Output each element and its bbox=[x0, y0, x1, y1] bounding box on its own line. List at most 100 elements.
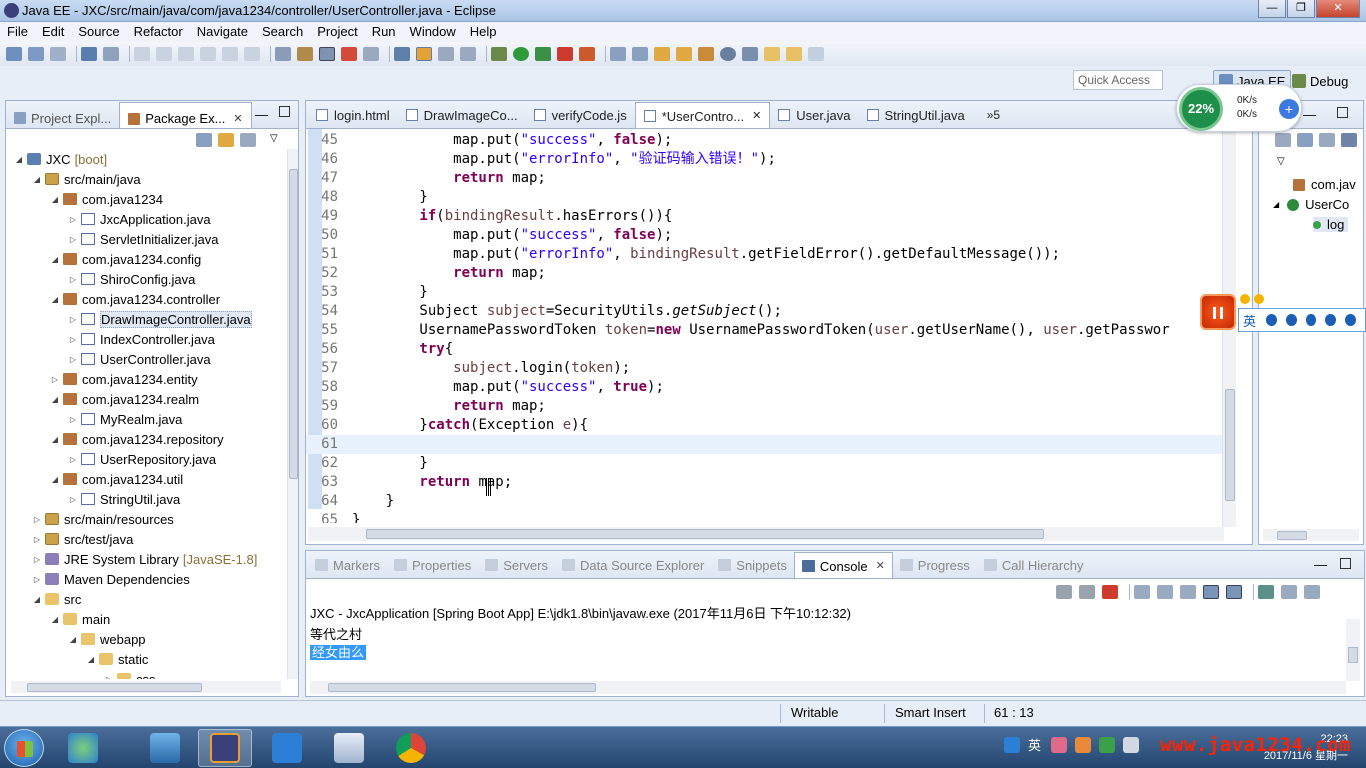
toggle-mark-icon[interactable] bbox=[297, 47, 313, 61]
format-icon[interactable] bbox=[275, 47, 291, 61]
code-line[interactable]: 55 UsernamePasswordToken token=new Usern… bbox=[306, 321, 1226, 340]
keyboard-icon[interactable] bbox=[1305, 314, 1317, 326]
maximize-view-button[interactable] bbox=[1337, 107, 1348, 118]
scroll-thumb[interactable] bbox=[27, 683, 202, 692]
coverage-icon[interactable] bbox=[535, 47, 551, 61]
code-line[interactable]: 59 return map; bbox=[306, 397, 1226, 416]
editor-tab[interactable]: User.java bbox=[770, 102, 858, 128]
collapsed-arrow-icon[interactable]: ▷ bbox=[68, 335, 78, 344]
collapsed-arrow-icon[interactable]: ▷ bbox=[68, 495, 78, 504]
tab-call-hierarchy[interactable]: Call Hierarchy bbox=[977, 552, 1091, 578]
scroll-thumb[interactable] bbox=[366, 529, 1044, 539]
editor-tab[interactable]: StringUtil.java bbox=[859, 102, 973, 128]
console-vertical-scrollbar[interactable] bbox=[1346, 619, 1360, 681]
code-area[interactable]: 45 map.put("success", false); 46 map.put(… bbox=[306, 131, 1226, 523]
ime-toolbar[interactable]: 英 bbox=[1238, 308, 1366, 332]
tray-app-icon[interactable] bbox=[1051, 736, 1068, 753]
start-button[interactable] bbox=[4, 729, 44, 767]
open-task-icon[interactable] bbox=[676, 47, 692, 61]
server-icon[interactable] bbox=[341, 47, 357, 61]
external-tools-icon[interactable] bbox=[579, 47, 595, 61]
stop-icon[interactable] bbox=[557, 47, 573, 61]
tree-item[interactable]: ◢ com.java1234.repository bbox=[6, 429, 286, 449]
highlight-icon[interactable] bbox=[416, 47, 432, 61]
editor-tab[interactable]: login.html bbox=[308, 102, 398, 128]
hide-nonpublic-icon[interactable] bbox=[1341, 133, 1357, 147]
tab-servers[interactable]: Servers bbox=[478, 552, 555, 578]
expanded-arrow-icon[interactable]: ◢ bbox=[32, 595, 42, 604]
console-output[interactable]: 等代之村 经女由么 bbox=[310, 626, 367, 662]
tab-data-source-explorer[interactable]: Data Source Explorer bbox=[555, 552, 711, 578]
tree-item[interactable]: ◢ JXC [boot] bbox=[6, 149, 286, 169]
last-edit-icon[interactable] bbox=[764, 47, 780, 61]
collapsed-arrow-icon[interactable]: ▷ bbox=[68, 215, 78, 224]
taskbar-app-2[interactable] bbox=[138, 729, 192, 767]
expanded-arrow-icon[interactable]: ◢ bbox=[32, 175, 42, 184]
close-button[interactable]: ✕ bbox=[1316, 0, 1360, 18]
editor-tab[interactable]: *UserContro... ✕ bbox=[634, 102, 771, 128]
taskbar-app-5[interactable] bbox=[322, 729, 376, 767]
moon-icon[interactable] bbox=[1266, 314, 1277, 326]
toggle-breadcrumb-icon[interactable] bbox=[394, 47, 410, 61]
open-type-icon[interactable] bbox=[654, 47, 670, 61]
show-stdout-icon[interactable] bbox=[1203, 585, 1219, 599]
menu-window[interactable]: Window bbox=[403, 22, 463, 42]
scroll-thumb[interactable] bbox=[1277, 531, 1307, 540]
wrench-icon[interactable] bbox=[1325, 314, 1337, 326]
code-line[interactable]: 56 try{ bbox=[306, 340, 1226, 359]
close-tab-icon[interactable]: ✕ bbox=[233, 112, 242, 125]
expanded-arrow-icon[interactable]: ◢ bbox=[50, 615, 60, 624]
build-icon[interactable] bbox=[363, 47, 379, 61]
step-into-icon[interactable] bbox=[200, 47, 216, 61]
show-stderr-icon[interactable] bbox=[1226, 585, 1242, 599]
tab-console[interactable]: Console ✕ bbox=[793, 552, 893, 578]
close-tab-icon[interactable]: ✕ bbox=[876, 559, 885, 572]
minimize-view-button[interactable]: — bbox=[1314, 557, 1327, 572]
more-tabs-button[interactable]: »5 bbox=[973, 102, 1008, 128]
collapsed-arrow-icon[interactable]: ▷ bbox=[68, 455, 78, 464]
scroll-thumb[interactable] bbox=[289, 169, 298, 479]
network-monitor-widget[interactable]: 22% 0K/s 0K/s + bbox=[1176, 84, 1302, 132]
new-icon[interactable] bbox=[6, 47, 22, 61]
new-package-icon[interactable] bbox=[632, 47, 648, 61]
save-icon[interactable] bbox=[28, 47, 44, 61]
show-whitespace-icon[interactable] bbox=[438, 47, 454, 61]
focus-icon[interactable] bbox=[240, 133, 256, 147]
debug-icon[interactable] bbox=[491, 47, 507, 61]
collapsed-arrow-icon[interactable]: ▷ bbox=[68, 315, 78, 324]
maximize-view-button[interactable] bbox=[279, 106, 290, 117]
expanded-arrow-icon[interactable]: ◢ bbox=[50, 295, 60, 304]
code-line[interactable]: 51 map.put("errorInfo", bindingResult.ge… bbox=[306, 245, 1226, 264]
code-line[interactable]: 49 if(bindingResult.hasErrors()){ bbox=[306, 207, 1226, 226]
scroll-thumb[interactable] bbox=[1225, 389, 1235, 501]
expanded-arrow-icon[interactable]: ◢ bbox=[50, 475, 60, 484]
hide-static-icon[interactable] bbox=[1319, 133, 1335, 147]
minimize-view-button[interactable]: — bbox=[1303, 107, 1316, 122]
tree-item[interactable]: ▷ src/test/java bbox=[6, 529, 286, 549]
remove-all-icon[interactable] bbox=[1079, 585, 1095, 599]
tree-item[interactable]: ▷ UserController.java bbox=[6, 349, 286, 369]
expanded-arrow-icon[interactable]: ◢ bbox=[68, 635, 78, 644]
smiley-icon[interactable] bbox=[1345, 314, 1356, 326]
collapsed-arrow-icon[interactable]: ▷ bbox=[50, 375, 60, 384]
globe-icon[interactable] bbox=[720, 47, 736, 61]
tab-snippets[interactable]: Snippets bbox=[711, 552, 794, 578]
tree-item[interactable]: ◢ webapp bbox=[6, 629, 286, 649]
collapsed-arrow-icon[interactable]: ▷ bbox=[32, 535, 42, 544]
perspective-debug[interactable]: Debug bbox=[1292, 70, 1348, 92]
code-line[interactable]: 48 } bbox=[306, 188, 1226, 207]
punctuation-icon[interactable] bbox=[1285, 314, 1297, 326]
collapsed-arrow-icon[interactable]: ▷ bbox=[32, 575, 42, 584]
code-line[interactable]: 58 map.put("success", true); bbox=[306, 378, 1226, 397]
hide-fields-icon[interactable] bbox=[1297, 133, 1313, 147]
tree-item[interactable]: ◢ src/main/java bbox=[6, 169, 286, 189]
boost-icon[interactable]: + bbox=[1279, 99, 1299, 119]
ime-language-label[interactable]: 英 bbox=[1243, 311, 1256, 330]
tree-item[interactable]: ◢ main bbox=[6, 609, 286, 629]
tree-item[interactable]: ◢ com.java1234.config bbox=[6, 249, 286, 269]
sort-icon[interactable] bbox=[1275, 133, 1291, 147]
forward-icon[interactable] bbox=[808, 47, 824, 61]
tree-item[interactable]: ▷ Maven Dependencies bbox=[6, 569, 286, 589]
code-line[interactable]: 64 } bbox=[306, 492, 1226, 511]
open-console-icon[interactable] bbox=[1304, 585, 1320, 599]
